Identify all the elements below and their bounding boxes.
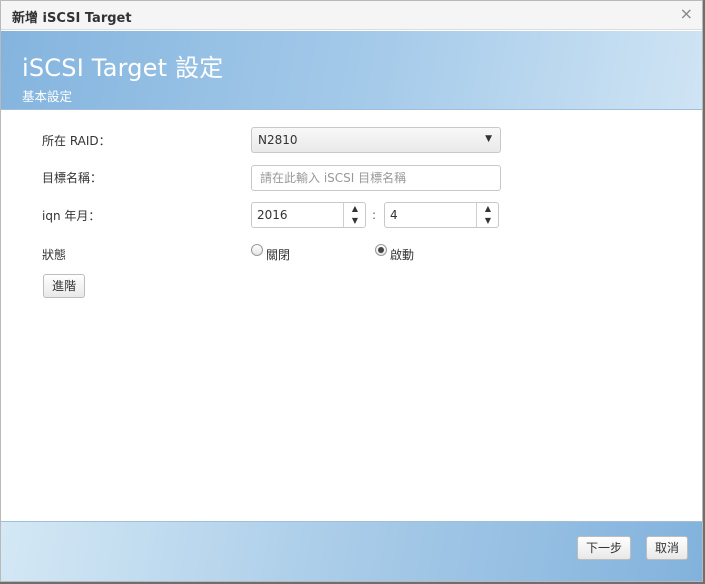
banner-subheading: 基本設定 — [22, 89, 73, 104]
target-name-label: 目標名稱： — [42, 171, 103, 185]
add-iscsi-target-dialog: 新增 iSCSI Target × iSCSI Target 設定 基本設定 所… — [0, 0, 703, 582]
increment-icon[interactable]: ▲ — [344, 203, 366, 215]
next-button[interactable]: 下一步 — [577, 536, 631, 560]
close-icon[interactable]: × — [680, 5, 693, 23]
status-label: 狀態 — [42, 248, 67, 262]
iqn-month-stepper-buttons: ▲ ▼ — [476, 203, 498, 227]
status-on-radio[interactable] — [375, 244, 387, 256]
target-name-input[interactable] — [251, 165, 501, 191]
advanced-button[interactable]: 進階 — [43, 274, 85, 298]
iqn-month-value: 4 — [390, 208, 398, 222]
iqn-year-stepper[interactable]: 2016 ▲ ▼ — [251, 202, 366, 228]
iqn-year-value: 2016 — [257, 208, 288, 222]
header-banner: iSCSI Target 設定 基本設定 — [1, 31, 702, 110]
status-off-radio[interactable] — [251, 244, 263, 256]
iqn-separator: : — [372, 208, 377, 222]
decrement-icon[interactable]: ▼ — [477, 215, 499, 227]
iqn-month-stepper[interactable]: 4 ▲ ▼ — [384, 202, 499, 228]
dialog-titlebar: 新增 iSCSI Target × — [1, 1, 702, 30]
banner-heading: iSCSI Target 設定 — [22, 54, 224, 82]
decrement-icon[interactable]: ▼ — [344, 215, 366, 227]
iqn-label: iqn 年月： — [42, 209, 101, 223]
chevron-down-icon: ▼ — [485, 134, 492, 144]
dialog-footer: 下一步 取消 — [1, 521, 702, 581]
increment-icon[interactable]: ▲ — [477, 203, 499, 215]
raid-label: 所在 RAID： — [42, 134, 111, 148]
status-off-label[interactable]: 關閉 — [266, 246, 290, 263]
cancel-button[interactable]: 取消 — [646, 536, 688, 560]
iqn-year-stepper-buttons: ▲ ▼ — [343, 203, 365, 227]
status-on-label[interactable]: 啟動 — [390, 246, 414, 263]
raid-select-value: N2810 — [258, 133, 298, 147]
raid-select[interactable]: N2810 ▼ — [251, 127, 501, 153]
dialog-title: 新增 iSCSI Target — [12, 11, 132, 26]
